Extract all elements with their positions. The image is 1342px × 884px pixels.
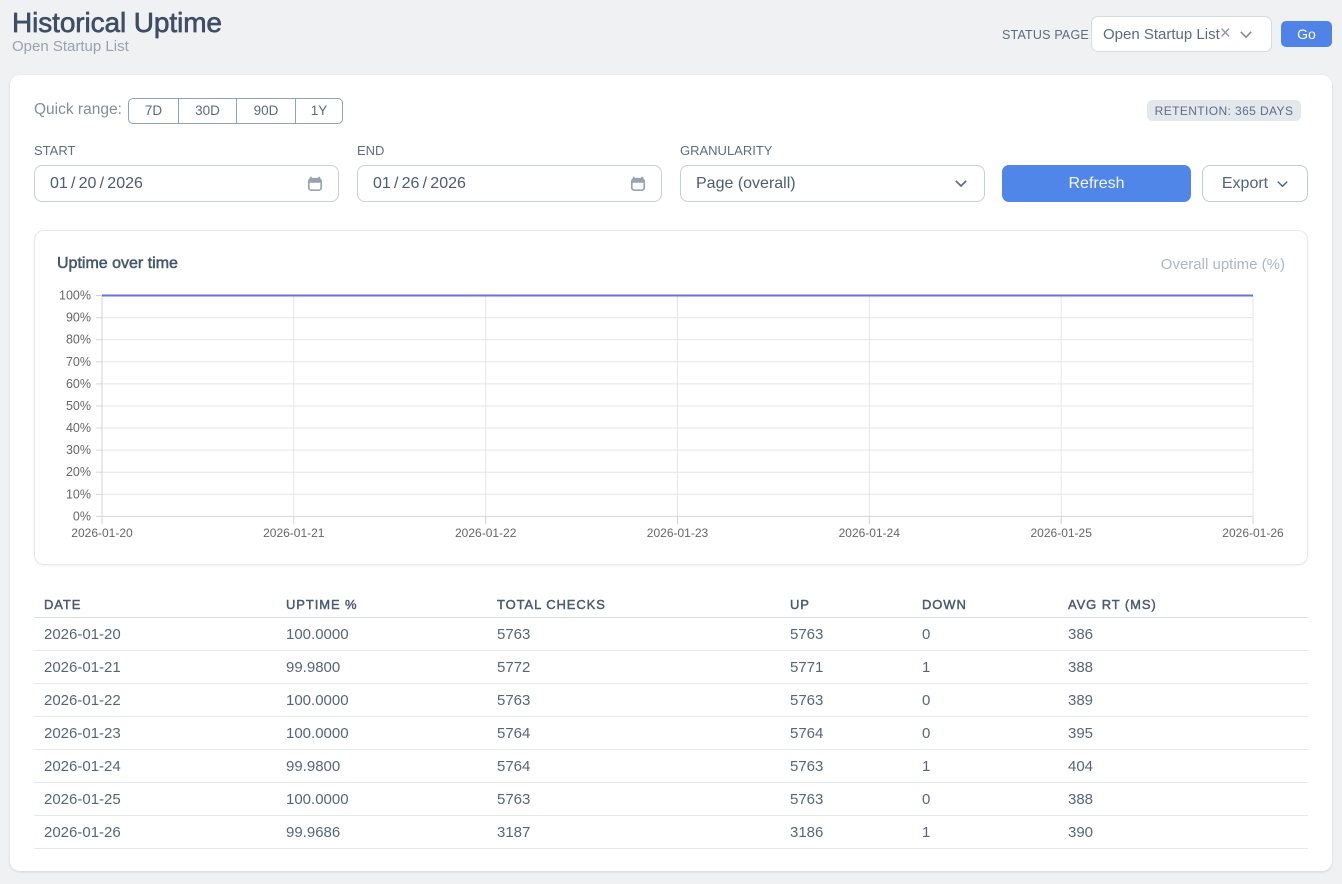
- svg-text:100%: 100%: [59, 289, 91, 303]
- svg-text:2026-01-21: 2026-01-21: [263, 526, 325, 540]
- svg-text:2026-01-25: 2026-01-25: [1031, 526, 1093, 540]
- svg-text:10%: 10%: [66, 487, 91, 501]
- svg-text:2026-01-23: 2026-01-23: [647, 526, 709, 540]
- svg-text:2026-01-20: 2026-01-20: [71, 526, 133, 540]
- svg-text:30%: 30%: [66, 443, 91, 457]
- svg-text:40%: 40%: [66, 421, 91, 435]
- svg-text:0%: 0%: [73, 509, 91, 523]
- svg-text:2026-01-26: 2026-01-26: [1222, 526, 1284, 540]
- svg-text:80%: 80%: [66, 333, 91, 347]
- svg-text:70%: 70%: [66, 355, 91, 369]
- svg-text:50%: 50%: [66, 399, 91, 413]
- svg-text:60%: 60%: [66, 377, 91, 391]
- svg-text:20%: 20%: [66, 465, 91, 479]
- svg-text:2026-01-22: 2026-01-22: [455, 526, 517, 540]
- svg-text:2026-01-24: 2026-01-24: [839, 526, 901, 540]
- svg-text:90%: 90%: [66, 311, 91, 325]
